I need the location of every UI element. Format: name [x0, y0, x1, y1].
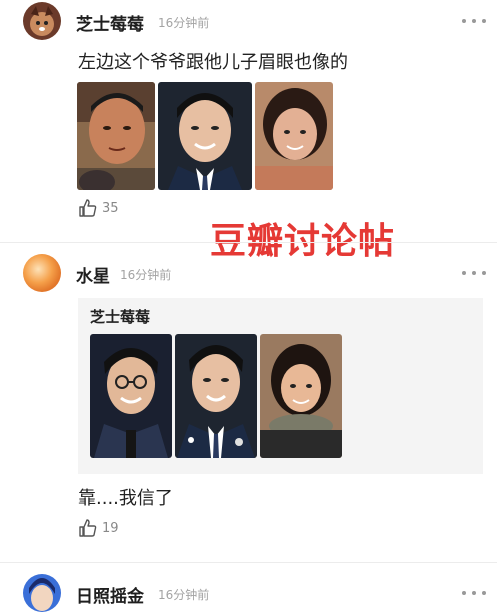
photo-row	[77, 82, 333, 190]
like-count: 19	[102, 520, 119, 536]
avatar[interactable]	[23, 574, 61, 612]
avatar-image	[23, 2, 61, 40]
like-button[interactable]: 35	[78, 198, 119, 218]
more-dots-icon[interactable]	[462, 268, 486, 278]
more-dots-icon[interactable]	[462, 16, 486, 26]
photo-man-glasses[interactable]	[90, 334, 172, 458]
timestamp: 16分钟前	[158, 588, 210, 602]
more-dots-icon[interactable]	[462, 588, 486, 598]
username[interactable]: 日照摇金	[76, 582, 144, 607]
photo-young-man[interactable]	[175, 334, 257, 458]
like-button[interactable]: 19	[78, 518, 119, 538]
avatar-image	[23, 574, 61, 612]
photo-young-man[interactable]	[158, 82, 252, 190]
divider	[0, 242, 497, 243]
divider	[0, 562, 497, 563]
photo-row	[90, 334, 342, 458]
avatar-image	[23, 254, 61, 292]
comment-1: 芝士莓莓 16分钟前 左边这个爷爷跟他儿子眉眼也像的 35	[0, 0, 497, 240]
photo-woman[interactable]	[255, 82, 333, 190]
avatar[interactable]	[23, 2, 61, 40]
timestamp: 16分钟前	[120, 268, 172, 282]
comment-text: 左边这个爷爷跟他儿子眉眼也像的	[78, 52, 348, 73]
avatar[interactable]	[23, 254, 61, 292]
quoted-comment[interactable]: 芝士莓莓	[78, 298, 483, 474]
quote-author[interactable]: 芝士莓莓	[90, 306, 150, 327]
username[interactable]: 芝士莓莓	[76, 10, 144, 35]
photo-older-man[interactable]	[77, 82, 155, 190]
thumbs-up-icon	[79, 199, 97, 217]
timestamp: 16分钟前	[158, 16, 210, 30]
comment-text: 靠....我信了	[78, 488, 173, 509]
thumbs-up-icon	[79, 519, 97, 537]
like-count: 35	[102, 200, 119, 216]
username[interactable]: 水星	[76, 262, 110, 287]
comment-3: 日照摇金 16分钟前	[0, 570, 497, 612]
photo-woman-scarf[interactable]	[260, 334, 342, 458]
